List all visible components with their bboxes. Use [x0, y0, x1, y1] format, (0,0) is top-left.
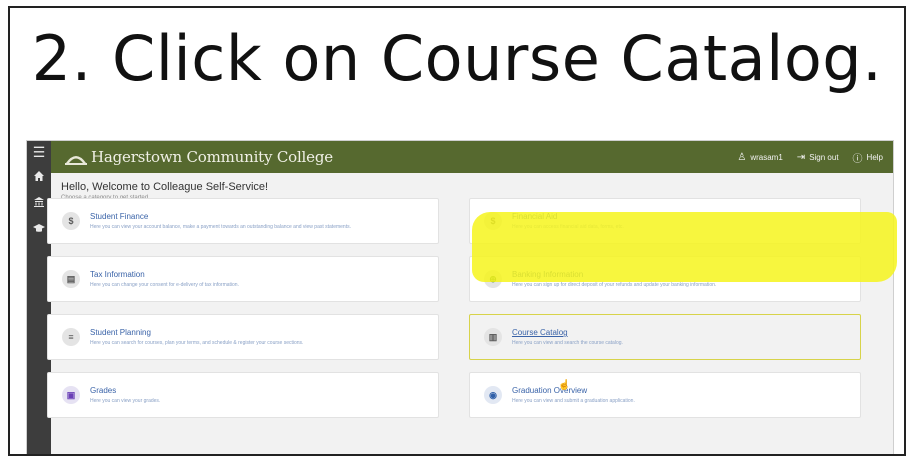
card-student-finance[interactable]: $ Student Finance Here you can view your …	[47, 198, 439, 244]
card-title: Grades	[90, 386, 117, 395]
card-description: Here you can search for courses, plan yo…	[90, 340, 304, 346]
card-description: Here you can sign up for direct deposit …	[512, 282, 717, 288]
welcome-title: Hello, Welcome to Colleague Self-Service…	[61, 181, 269, 193]
user-label: wrasam1	[750, 152, 783, 162]
card-tax-information[interactable]: ▤ Tax Information Here you can change you…	[47, 256, 439, 302]
card-description: Here you can change your consent for e-d…	[90, 282, 239, 288]
card-course-catalog[interactable]: ▥ Course Catalog Here you can view and se…	[469, 314, 861, 360]
banking-icon: ⊕	[484, 270, 502, 288]
sign-out-label: Sign out	[809, 152, 839, 162]
card-banking-information[interactable]: ⊕ Banking Information Here you can sign u…	[469, 256, 861, 302]
sign-out-button[interactable]: ⇥ Sign out	[797, 152, 839, 163]
graduation-overview-icon: ◉	[484, 386, 502, 404]
help-icon: ⓘ	[852, 153, 863, 165]
help-button[interactable]: ⓘ Help	[853, 150, 883, 165]
sign-out-icon: ⇥	[796, 151, 806, 163]
college-name[interactable]: Hagerstown Community College	[91, 148, 333, 166]
card-financial-aid[interactable]: $ Financial Aid Here you can access finan…	[469, 198, 861, 244]
instruction-text: 2. Click on Course Catalog.	[31, 22, 883, 95]
card-title: Financial Aid	[512, 212, 558, 221]
student-planning-icon: ≡	[62, 328, 80, 346]
card-title: Student Planning	[90, 328, 151, 337]
tutorial-slide: 2. Click on Course Catalog. ☰ Hagerstown…	[8, 6, 906, 456]
dollar-icon: $	[62, 212, 80, 230]
card-description: Here you can access financial aid data, …	[512, 224, 624, 230]
tax-document-icon: ▤	[62, 270, 80, 288]
card-title: Course Catalog	[512, 328, 568, 337]
self-service-app: ☰ Hagerstown Community College ♙ wrasam1	[26, 140, 894, 454]
card-title: Student Finance	[90, 212, 149, 221]
grades-icon: ▣	[62, 386, 80, 404]
user-menu[interactable]: ♙ wrasam1	[737, 152, 782, 163]
menu-icon[interactable]: ☰	[27, 141, 51, 163]
card-title: Banking Information	[512, 270, 584, 279]
card-grades[interactable]: ▣ Grades Here you can view your grades.	[47, 372, 439, 418]
help-label: Help	[866, 152, 883, 162]
college-logo-icon	[65, 149, 87, 165]
card-graduation-overview[interactable]: ◉ Graduation Overview Here you can view a…	[469, 372, 861, 418]
card-description: Here you can view and search the course …	[512, 340, 623, 346]
card-title: Graduation Overview	[512, 386, 588, 395]
card-description: Here you can view and submit a graduatio…	[512, 398, 635, 404]
user-icon: ♙	[737, 151, 747, 163]
financial-aid-icon: $	[484, 212, 502, 230]
card-student-planning[interactable]: ≡ Student Planning Here you can search fo…	[47, 314, 439, 360]
course-catalog-icon: ▥	[484, 328, 502, 346]
home-icon[interactable]	[27, 163, 51, 189]
app-header: Hagerstown Community College ♙ wrasam1 ⇥…	[51, 141, 893, 173]
card-title: Tax Information	[90, 270, 145, 279]
hand-cursor-icon: ☝	[558, 380, 571, 391]
card-description: Here you can view your grades.	[90, 398, 161, 404]
card-description: Here you can view your account balance, …	[90, 224, 351, 230]
